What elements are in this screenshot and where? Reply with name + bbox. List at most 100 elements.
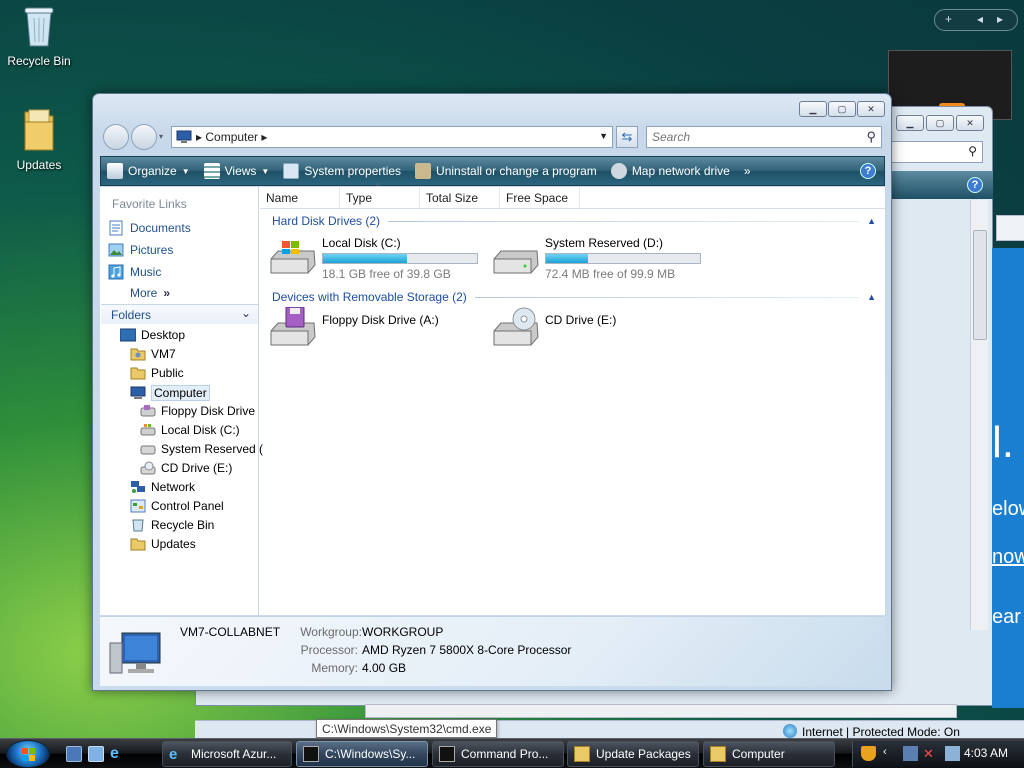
drive-floppy-a[interactable]: Floppy Disk Drive (A:) (268, 307, 439, 349)
drive-system-reserved-d[interactable]: System Reserved (D:) 72.4 MB free of 99.… (491, 235, 701, 281)
ie-horizontal-scrollbar[interactable] (365, 704, 957, 718)
help-icon[interactable]: ? (967, 177, 983, 193)
explorer-window-computer[interactable]: ▁ ▢ ✕ ▾ ▸ Computer ▸ ▼ ⇆ ⚲ Organize ▼ Vie… (92, 93, 892, 691)
address-bar[interactable]: ▸ Computer ▸ ▼ (171, 126, 613, 148)
sidebar-gadget-controls[interactable]: + ◂ ▸ (934, 9, 1018, 31)
scroll-thumb[interactable] (973, 230, 987, 340)
search-icon[interactable]: ⚲ (866, 129, 876, 145)
tree-item-recycle-bin[interactable]: Recycle Bin (130, 518, 214, 532)
help-icon[interactable]: ? (860, 163, 876, 179)
gadget-add-button[interactable]: + (945, 12, 952, 26)
internet-zone-icon (783, 724, 797, 738)
recent-pages-dropdown[interactable]: ▾ (159, 132, 163, 141)
column-label: Free Space (506, 191, 569, 205)
more-commands-button[interactable]: » (738, 164, 759, 178)
close-button[interactable]: ✕ (857, 101, 885, 117)
group-header-removable-storage[interactable]: Devices with Removable Storage (2) ▲ (272, 290, 876, 304)
breadcrumb-computer[interactable]: Computer (205, 130, 258, 144)
refresh-button[interactable]: ⇆ (616, 126, 638, 148)
column-label: Name (266, 191, 299, 205)
favorite-link-documents[interactable]: Documents (108, 220, 191, 236)
maximize-button[interactable]: ▢ (926, 115, 954, 131)
folder-icon (710, 746, 726, 762)
favorite-link-label: Pictures (130, 243, 174, 257)
favorite-links-more[interactable]: More » (130, 286, 170, 300)
favorite-link-label: Music (130, 265, 162, 279)
tree-item-label: Updates (151, 537, 196, 551)
drive-cd-e[interactable]: CD Drive (E:) (491, 307, 616, 349)
tree-item-computer[interactable]: Computer (130, 385, 210, 401)
tree-item-cd-drive[interactable]: CD Drive (E:) (140, 461, 232, 475)
minimize-button[interactable]: ▁ (799, 101, 827, 117)
expand-tray-icon[interactable]: ‹ (883, 746, 898, 761)
memory-value: 4.00 GB (362, 661, 407, 675)
desktop-icon-updates[interactable]: Updates (1, 108, 77, 172)
minimize-button[interactable]: ▁ (896, 115, 924, 131)
column-header-type[interactable]: ^ Type (340, 182, 420, 209)
protected-mode-status: Internet | Protected Mode: On (802, 725, 960, 739)
tree-item-local-disk-c[interactable]: Local Disk (C:) (140, 423, 240, 437)
taskbar-button-update-packages[interactable]: Update Packages (567, 741, 699, 767)
desktop-icon-recycle-bin[interactable]: Recycle Bin (1, 4, 77, 68)
column-header-free-space[interactable]: Free Space (500, 187, 580, 209)
breadcrumb[interactable]: ▸ Computer ▸ (196, 130, 267, 144)
user-folder-icon (130, 348, 146, 361)
tree-item-public[interactable]: Public (130, 366, 184, 380)
internet-explorer-icon[interactable]: e (110, 746, 126, 762)
folders-header[interactable]: Folders ⌄ (101, 304, 258, 324)
drive-local-disk-c[interactable]: Local Disk (C:) 18.1 GB free of 39.8 GB (268, 235, 478, 281)
search-box[interactable]: ⚲ (646, 126, 882, 148)
back-button[interactable] (103, 124, 129, 150)
internet-explorer-icon: e (169, 746, 178, 763)
tree-item-floppy[interactable]: Floppy Disk Drive (140, 404, 255, 418)
taskbar-button-computer[interactable]: Computer (703, 741, 835, 767)
chevron-down-icon: ▼ (181, 166, 190, 176)
workgroup-label: Workgroup: (300, 625, 362, 639)
group-header-hard-disk-drives[interactable]: Hard Disk Drives (2) ▲ (272, 214, 876, 228)
taskbar-button-command-prompt[interactable]: Command Pro... (432, 741, 564, 767)
search-input[interactable] (652, 127, 852, 147)
clock[interactable]: 4:03 AM (964, 746, 1008, 760)
security-shield-icon[interactable] (861, 746, 876, 761)
map-network-drive-button[interactable]: Map network drive (605, 163, 738, 179)
display-icon[interactable] (945, 746, 960, 761)
tree-item-vm7[interactable]: VM7 (130, 347, 176, 361)
tree-item-desktop[interactable]: Desktop (120, 328, 185, 342)
column-header-total-size[interactable]: Total Size (420, 187, 500, 209)
taskbar-button-azure[interactable]: e Microsoft Azur... (162, 741, 292, 767)
column-header-name[interactable]: Name (260, 187, 340, 209)
page-link-fragment[interactable]: now (992, 546, 1024, 569)
ie-vertical-scrollbar[interactable] (970, 200, 988, 630)
close-button[interactable]: ✕ (956, 115, 984, 131)
ie-page-button[interactable] (996, 215, 1024, 241)
system-properties-button[interactable]: System properties (277, 163, 409, 179)
organize-menu[interactable]: Organize ▼ (101, 163, 198, 179)
volume-muted-icon[interactable]: ✕ (923, 746, 938, 761)
collapse-icon[interactable]: ▲ (867, 292, 876, 302)
tree-item-network[interactable]: Network (130, 480, 195, 494)
favorite-link-pictures[interactable]: Pictures (108, 242, 173, 258)
network-status-icon[interactable] (903, 746, 918, 761)
start-button[interactable] (6, 740, 50, 768)
tree-item-updates[interactable]: Updates (130, 537, 196, 551)
gadget-next-button[interactable]: ▸ (997, 12, 1003, 26)
gadget-prev-button[interactable]: ◂ (977, 12, 983, 26)
ie-search-box[interactable]: ⚲ (891, 141, 983, 163)
tree-item-control-panel[interactable]: Control Panel (130, 499, 224, 513)
forward-button[interactable] (131, 124, 157, 150)
favorite-link-music[interactable]: Music (108, 264, 161, 280)
views-menu[interactable]: Views ▼ (198, 163, 278, 179)
collapse-icon[interactable]: ▲ (867, 216, 876, 226)
taskbar-button-cmd-system32[interactable]: C:\Windows\Sy... (296, 741, 428, 767)
address-dropdown-icon[interactable]: ▼ (599, 131, 608, 141)
floppy-drive-icon (140, 405, 156, 417)
switch-windows-icon[interactable] (88, 746, 104, 762)
tree-item-system-reserved[interactable]: System Reserved ( (140, 442, 263, 456)
desktop-icon (120, 328, 136, 342)
folders-title: Folders (111, 308, 152, 322)
drive-icon (493, 250, 539, 274)
uninstall-program-button[interactable]: Uninstall or change a program (409, 163, 605, 179)
maximize-button[interactable]: ▢ (828, 101, 856, 117)
show-desktop-icon[interactable] (66, 746, 82, 762)
tree-item-label: Recycle Bin (151, 518, 215, 532)
